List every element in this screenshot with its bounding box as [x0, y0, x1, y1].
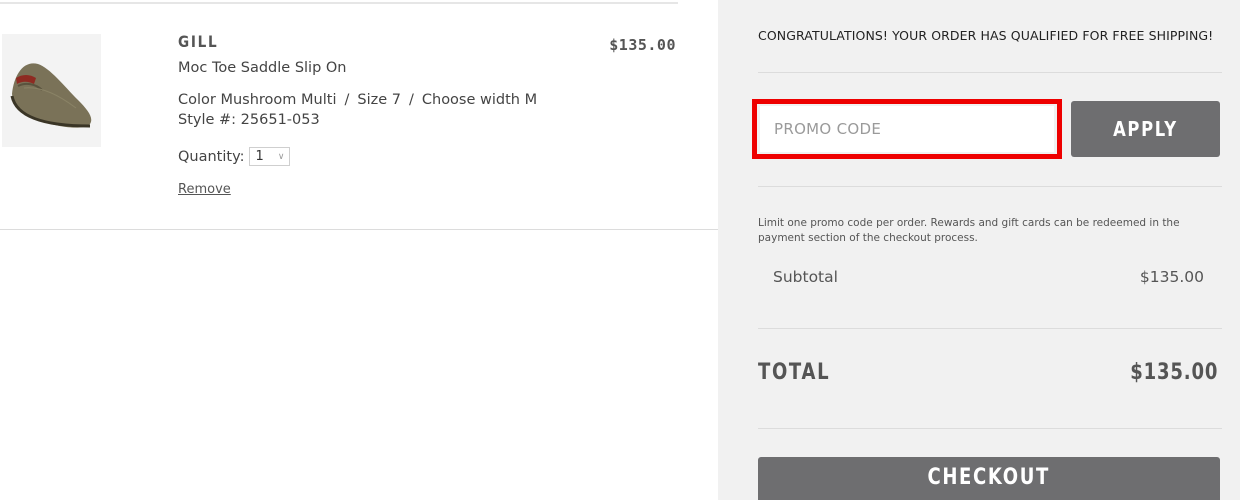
attr-separator: / — [408, 92, 414, 108]
summary-divider — [758, 186, 1222, 187]
promo-code-input[interactable] — [760, 106, 1054, 152]
apply-label: APPLY — [1113, 117, 1178, 141]
product-style-number: Style #: 25651-053 — [178, 112, 320, 128]
quantity-row: Quantity: 1 ∨ — [178, 147, 290, 166]
product-attributes: Color Mushroom Multi / Size 7 / Choose width… — [178, 92, 537, 108]
promo-note: Limit one promo code per order. Rewards … — [758, 217, 1180, 244]
apply-promo-button[interactable]: APPLY — [1071, 101, 1220, 157]
remove-link[interactable]: Remove — [178, 182, 231, 197]
subtotal-label: Subtotal — [773, 268, 838, 286]
quantity-select[interactable]: 1 ∨ — [248, 147, 290, 166]
summary-divider — [758, 72, 1222, 73]
checkout-label: CHECKOUT — [927, 465, 1051, 490]
product-size: Size 7 — [357, 92, 401, 108]
quantity-label: Quantity: — [178, 148, 245, 165]
summary-divider — [758, 328, 1222, 329]
summary-divider — [758, 428, 1222, 429]
item-price: $135.00 — [609, 36, 676, 54]
subtotal-value: $135.00 — [1139, 268, 1204, 286]
attr-separator: / — [344, 92, 350, 108]
product-color: Color Mushroom Multi — [178, 92, 337, 108]
cart-item: GILL Moc Toe Saddle Slip On Color Mushro… — [0, 4, 718, 230]
quantity-value: 1 — [255, 149, 264, 164]
product-brand: GILL — [178, 32, 219, 51]
cart-items-section: GILL Moc Toe Saddle Slip On Color Mushro… — [0, 0, 718, 500]
total-label: TOTAL — [758, 360, 831, 385]
total-value: $135.00 — [1130, 360, 1218, 385]
order-summary-panel: CONGRATULATIONS! YOUR ORDER HAS QUALIFIE… — [718, 0, 1240, 500]
shoe-thumbnail-icon — [2, 34, 101, 147]
product-width: Choose width M — [421, 92, 538, 108]
product-image[interactable] — [2, 34, 101, 147]
chevron-down-icon: ∨ — [277, 151, 285, 162]
checkout-button[interactable]: CHECKOUT — [758, 457, 1220, 500]
product-name[interactable]: Moc Toe Saddle Slip On — [178, 60, 347, 76]
free-shipping-message: CONGRATULATIONS! YOUR ORDER HAS QUALIFIE… — [758, 28, 1214, 43]
